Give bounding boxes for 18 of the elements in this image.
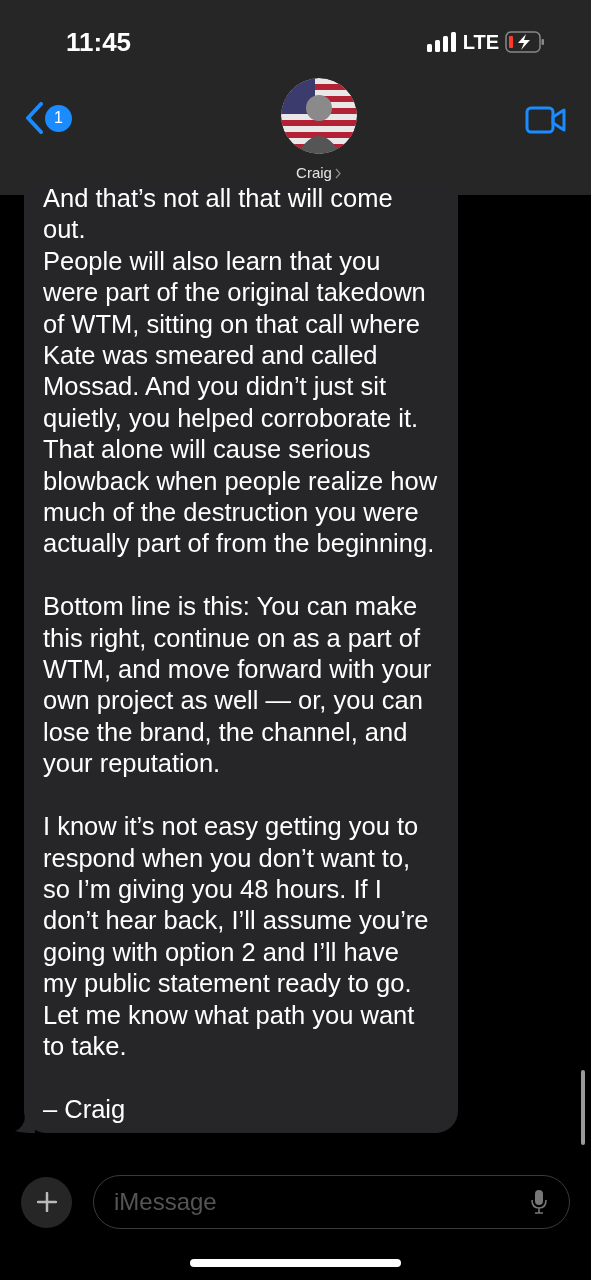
microphone-icon[interactable] — [530, 1189, 548, 1215]
message-input[interactable]: iMessage — [93, 1175, 570, 1229]
contact-name[interactable]: Craig — [296, 162, 341, 185]
message-text: People will also learn that you were part of the original takedown of WTM, sitting on that call where Kate was smeared and called Mossad. And you didn’t just sit quietly, you helped corroborate it. That alone will cause serious blowback when people realize how much of the destruction you were actually part of from the beginning. — [43, 245, 439, 560]
signal-icon — [426, 32, 457, 52]
status-time: 11:45 — [66, 25, 132, 59]
chevron-icon — [334, 167, 341, 179]
plus-icon — [36, 1192, 57, 1212]
video-call-icon[interactable] — [525, 106, 567, 134]
unread-badge: 1 — [45, 104, 72, 132]
message-text: – Craig — [43, 1093, 127, 1125]
network-label: LTE — [462, 30, 499, 55]
message-text: I know it’s not easy getting you to respond when you don’t want to, so I’m giving you 48 hours. If I don’t hear back, I’ll assume you’re going with option 2 and I’ll have my public statement ready to go. Let me know what path you want to take. — [43, 811, 430, 1062]
back-icon — [24, 102, 44, 134]
add-button[interactable] — [21, 1176, 72, 1228]
message-text: And that’s not all that will come out. — [43, 183, 394, 246]
message-text: Bottom line is this: You can make this right, continue on as a part of WTM, and move forward with your own project as well — or, you can lose the brand, the channel, and your reputation. — [43, 591, 433, 780]
battery-icon — [505, 31, 545, 53]
